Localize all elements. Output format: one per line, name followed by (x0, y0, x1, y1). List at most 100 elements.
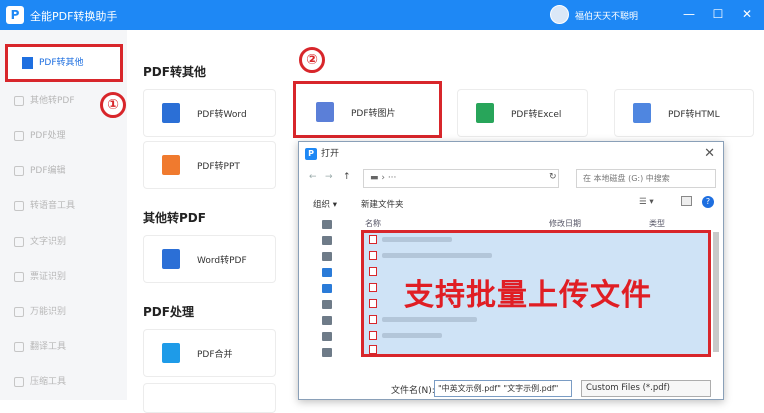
desktop-icon[interactable] (322, 300, 332, 309)
card-label: PDF转Excel (511, 110, 562, 120)
title-bar: P 全能PDF转换助手 福伯天天不聪明 — ☐ ✕ (0, 0, 764, 30)
sidebar-item-label: 票证识别 (30, 272, 67, 282)
sidebar-item-pdf-edit[interactable]: PDF编辑 (14, 160, 66, 182)
blurred-filename (382, 333, 442, 338)
refresh-icon[interactable]: ↻ (549, 172, 557, 182)
sidebar-item-pdf-process[interactable]: PDF处理 (14, 125, 66, 147)
process-icon (14, 130, 24, 141)
pdf-file-icon (369, 283, 377, 292)
card-partial[interactable] (143, 383, 276, 413)
preview-pane-icon[interactable] (681, 196, 692, 206)
dialog-footer: 文件名(N): "中英文示例.pdf" "文字示例.pdf" Custom Fi… (299, 378, 723, 400)
download-icon[interactable] (322, 268, 332, 277)
back-arrow-icon[interactable]: ← (309, 172, 317, 182)
sidebar-item-compress[interactable]: 压缩工具 (14, 371, 66, 393)
ticket-icon (14, 271, 24, 282)
minimize-button[interactable]: — (680, 5, 698, 23)
sidebar-item-ocr[interactable]: 文字识别 (14, 231, 66, 253)
pdf-file-icon (369, 251, 377, 260)
help-icon[interactable]: ? (702, 196, 714, 208)
view-icon[interactable]: ☰ ▾ (639, 197, 654, 207)
pdf-file-icon (369, 315, 377, 324)
pdf-file-icon (369, 345, 377, 354)
pdf-file-icon (369, 267, 377, 276)
folder-icon[interactable] (322, 220, 332, 229)
sidebar-item-universal[interactable]: 万能识别 (14, 301, 66, 323)
card-pdf-to-word[interactable]: PDF转Word (143, 89, 276, 137)
blurred-filename (382, 237, 452, 242)
text-icon (14, 236, 24, 247)
step-1-badge: ① (100, 92, 126, 118)
music-icon[interactable] (322, 284, 332, 293)
pdf-file-icon (369, 331, 377, 340)
sidebar-item-other-to-pdf[interactable]: 其他转PDF (14, 90, 75, 112)
up-arrow-icon[interactable]: ↑ (343, 172, 351, 182)
close-button[interactable]: ✕ (738, 5, 756, 23)
scan-icon (14, 306, 24, 317)
dialog-title-bar: P 打开 ✕ (299, 142, 723, 166)
word-icon (162, 103, 180, 123)
card-label: PDF转PPT (197, 162, 240, 172)
card-label: PDF转HTML (668, 110, 720, 120)
sidebar-item-label: 转语音工具 (30, 201, 76, 211)
document-icon (14, 95, 24, 106)
folder-icon[interactable] (322, 236, 332, 245)
translate-icon (14, 341, 24, 352)
nav-bar: ← → ↑ ▬ › ··· ↻ 在 本地磁盘 (G:) 中搜索 (299, 166, 723, 192)
username[interactable]: 福伯天天不聪明 (575, 9, 638, 22)
drive-icon[interactable] (322, 332, 332, 341)
sidebar-item-label: PDF处理 (30, 131, 66, 141)
app-icon: P (305, 148, 317, 160)
filename-label: 文件名(N): (391, 386, 435, 396)
dialog-toolbar: 组织 ▾ 新建文件夹 ☰ ▾ ? (299, 194, 723, 214)
filetype-select[interactable]: Custom Files (*.pdf) (581, 380, 711, 397)
navigation-pane (317, 216, 339, 366)
drive-icon[interactable] (322, 348, 332, 357)
card-pdf-to-excel[interactable]: PDF转Excel (457, 89, 588, 137)
sidebar-item-translate[interactable]: 翻译工具 (14, 336, 66, 358)
drive-icon[interactable] (322, 316, 332, 325)
highlight-frame (293, 81, 442, 138)
section-title: PDF处理 (143, 305, 194, 319)
sidebar-item-pdf-to-other[interactable]: PDF转其他 (5, 44, 123, 82)
open-file-dialog: P 打开 ✕ ← → ↑ ▬ › ··· ↻ 在 本地磁盘 (G:) 中搜索 组… (298, 141, 724, 400)
excel-icon (476, 103, 494, 123)
selected-files[interactable]: 支持批量上传文件 (361, 230, 711, 357)
pdf-icon (22, 57, 33, 69)
sidebar-item-label: 文字识别 (30, 237, 67, 247)
sidebar-item-speech[interactable]: 转语音工具 (14, 195, 75, 217)
dialog-close-button[interactable]: ✕ (704, 142, 715, 166)
address-bar[interactable]: ▬ › ··· (363, 169, 559, 188)
card-pdf-to-html[interactable]: PDF转HTML (614, 89, 754, 137)
image-folder-icon[interactable] (322, 252, 332, 261)
user-avatar[interactable] (550, 5, 569, 24)
card-label: Word转PDF (197, 256, 247, 266)
card-pdf-merge[interactable]: PDF合并 (143, 329, 276, 377)
sidebar-item-label: PDF转其他 (39, 58, 84, 68)
sidebar-item-label: 万能识别 (30, 307, 67, 317)
sidebar-item-ticket[interactable]: 票证识别 (14, 266, 66, 288)
sidebar-item-label: PDF编辑 (30, 166, 66, 176)
new-folder-button[interactable]: 新建文件夹 (361, 198, 404, 210)
filename-input[interactable]: "中英文示例.pdf" "文字示例.pdf" (434, 380, 572, 397)
word-icon (162, 249, 180, 269)
compress-icon (14, 376, 24, 387)
ppt-icon (162, 155, 180, 175)
scrollbar[interactable] (713, 232, 719, 352)
card-label: PDF转Word (197, 110, 247, 120)
card-pdf-to-ppt[interactable]: PDF转PPT (143, 141, 276, 189)
step-2-badge: ② (299, 47, 325, 73)
section-title: 其他转PDF (143, 211, 206, 225)
batch-upload-annotation: 支持批量上传文件 (404, 278, 652, 313)
maximize-button[interactable]: ☐ (709, 5, 727, 23)
app-logo-icon: P (6, 6, 24, 24)
forward-arrow-icon[interactable]: → (325, 172, 333, 182)
search-input[interactable]: 在 本地磁盘 (G:) 中搜索 (576, 169, 716, 188)
card-word-to-pdf[interactable]: Word转PDF (143, 235, 276, 283)
html-icon (633, 103, 651, 123)
organize-button[interactable]: 组织 ▾ (313, 198, 337, 210)
merge-icon (162, 343, 180, 363)
sidebar-item-label: 压缩工具 (30, 377, 67, 387)
blurred-filename (382, 253, 492, 258)
edit-icon (14, 165, 24, 176)
